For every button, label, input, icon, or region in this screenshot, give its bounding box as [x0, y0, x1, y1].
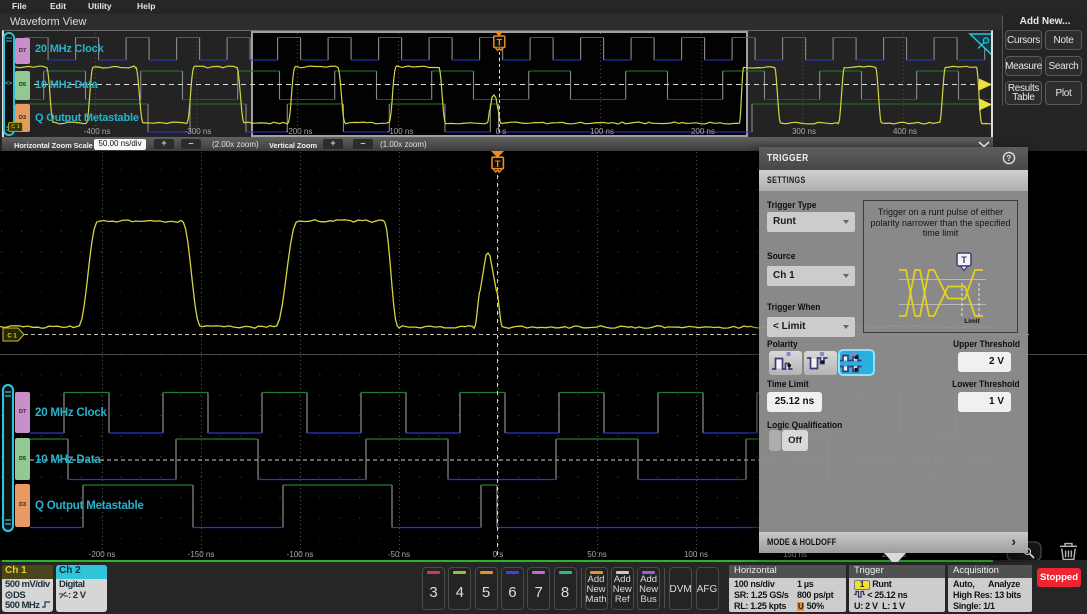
- svg-text:T: T: [495, 159, 501, 170]
- svg-text:Limit: Limit: [964, 318, 980, 325]
- svg-text:C 1: C 1: [7, 334, 17, 340]
- svg-text:T: T: [497, 38, 503, 48]
- svg-text:T: T: [961, 255, 967, 265]
- svg-text:?: ?: [1006, 153, 1012, 163]
